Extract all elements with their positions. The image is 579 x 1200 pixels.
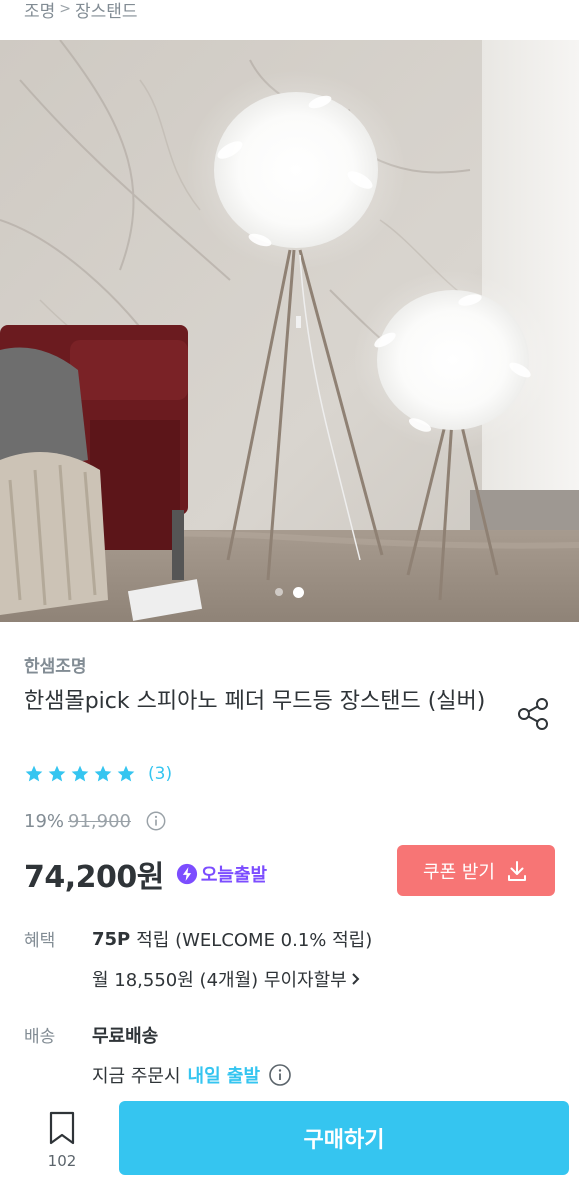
sale-price: 74,200원 bbox=[24, 860, 164, 895]
download-icon bbox=[507, 860, 526, 881]
buy-button-label: 구매하기 bbox=[303, 1128, 385, 1153]
points-description: 적립 (WELCOME 0.1% 적립) bbox=[136, 930, 373, 951]
installment-text: 월 18,550원 (4개월) 무이자할부 bbox=[92, 970, 347, 991]
shipping-eta: 지금 주문시 내일 출발 bbox=[92, 1062, 292, 1088]
share-icon[interactable] bbox=[514, 694, 554, 734]
installment-link[interactable]: 월 18,550원 (4개월) 무이자할부 bbox=[92, 966, 363, 992]
star-icon bbox=[25, 765, 43, 782]
buy-button[interactable]: 구매하기 bbox=[119, 1101, 569, 1175]
breadcrumb: 조명 > 장스탠드 bbox=[24, 0, 138, 24]
discount-row: 19% 91,900 bbox=[24, 810, 167, 832]
breadcrumb-item-floor-stand[interactable]: 장스탠드 bbox=[75, 0, 138, 22]
today-shipping-badge: 오늘출발 bbox=[176, 861, 267, 887]
bookmark-icon bbox=[49, 1111, 75, 1145]
coupon-download-button[interactable]: 쿠폰 받기 bbox=[397, 845, 555, 896]
points-line: 75P 적립 (WELCOME 0.1% 적립) bbox=[92, 926, 372, 952]
discount-rate: 19% bbox=[24, 810, 65, 832]
benefits-label: 혜택 bbox=[24, 931, 56, 951]
brand-name[interactable]: 한샘조명 bbox=[24, 652, 87, 677]
chevron-right-icon: > bbox=[59, 1, 72, 17]
original-price: 91,900 bbox=[68, 810, 131, 832]
ship-tomorrow: 내일 출발 bbox=[187, 1066, 261, 1087]
chevron-right-icon bbox=[351, 973, 360, 985]
breadcrumb-item-lighting[interactable]: 조명 bbox=[24, 0, 55, 22]
points-value: 75P bbox=[92, 928, 131, 950]
order-now-text: 지금 주문시 bbox=[92, 1066, 181, 1087]
star-icon bbox=[71, 765, 89, 782]
free-shipping: 무료배송 bbox=[92, 1026, 159, 1047]
star-icon bbox=[94, 765, 112, 782]
shipping-fee: 무료배송 bbox=[92, 1022, 158, 1048]
lightning-icon bbox=[176, 863, 197, 885]
info-icon[interactable] bbox=[145, 810, 167, 832]
carousel-pagination bbox=[0, 587, 579, 598]
today-shipping-label: 오늘출발 bbox=[200, 865, 268, 886]
carousel-dot-active[interactable] bbox=[293, 587, 304, 598]
review-count[interactable]: (3) bbox=[148, 764, 172, 784]
carousel-dot[interactable] bbox=[275, 588, 283, 596]
coupon-button-label: 쿠폰 받기 bbox=[423, 861, 495, 883]
product-image bbox=[0, 40, 579, 622]
product-title: 한샘몰pick 스피아노 페더 무드등 장스탠드 (실버) bbox=[24, 689, 486, 714]
shipping-label: 배송 bbox=[24, 1027, 56, 1047]
info-icon[interactable] bbox=[268, 1063, 292, 1087]
product-image-carousel[interactable] bbox=[0, 40, 579, 622]
bookmark-count: 102 bbox=[47, 1152, 77, 1170]
star-icon bbox=[48, 765, 66, 782]
rating[interactable]: (3) bbox=[24, 764, 172, 784]
price-row: 74,200원 오늘출발 bbox=[24, 852, 267, 896]
bookmark-button[interactable]: 102 bbox=[40, 1110, 84, 1170]
star-icon bbox=[117, 765, 135, 782]
